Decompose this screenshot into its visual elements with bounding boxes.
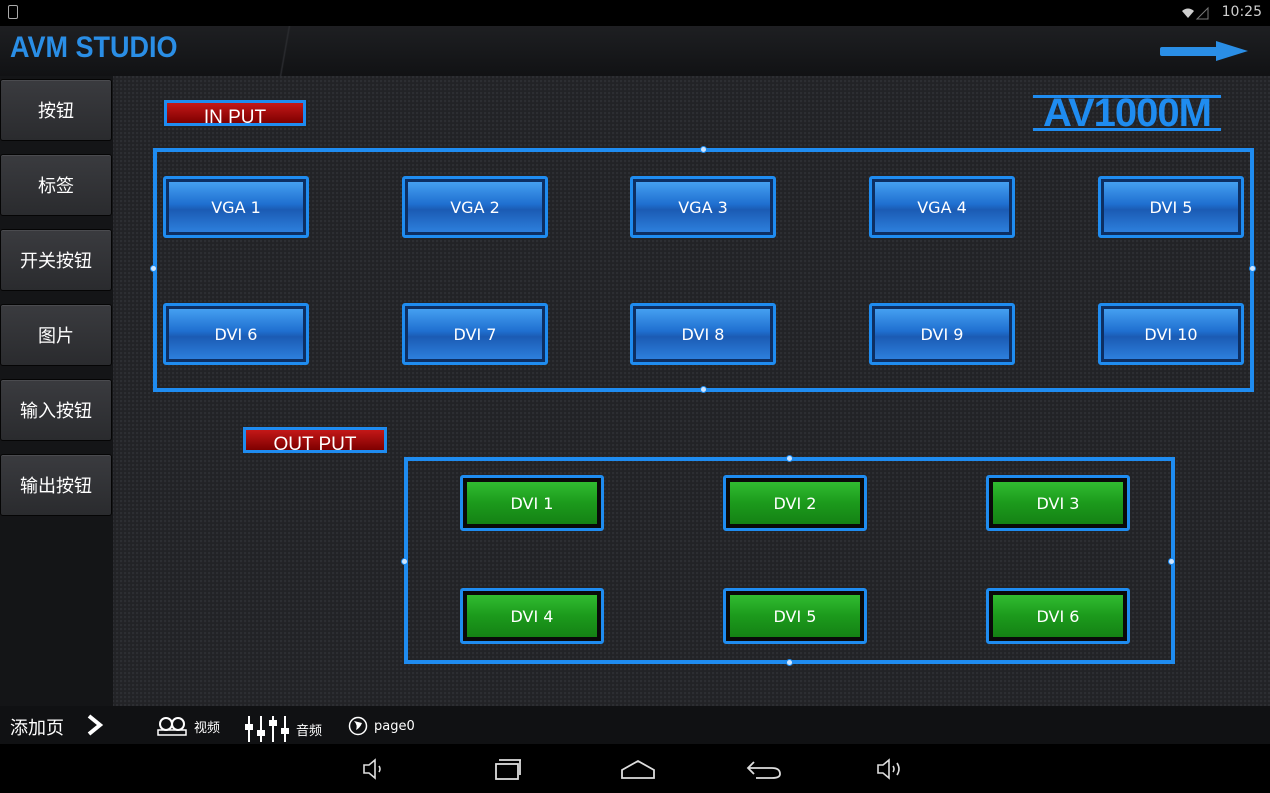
wifi-signal-icon [1182,6,1209,20]
sidebar-item-input-button[interactable]: 输入按钮 [0,379,112,441]
input-button-dvi-5[interactable]: DVI 5 [1098,176,1244,238]
input-label-text: IN PUT [203,107,267,126]
sidebar-item-label[interactable]: 标签 [0,154,112,216]
audio-tab-label: 音频 [296,723,323,739]
sidebar-item-image[interactable]: 图片 [0,304,112,366]
input-button-vga-2[interactable]: VGA 2 [402,176,548,238]
app-title: AVM STUDIO [10,31,178,64]
resize-handle[interactable] [401,558,408,565]
output-label[interactable]: OUT PUT [243,427,387,453]
output-button-dvi-1[interactable]: DVI 1 [460,475,604,531]
output-button-dvi-3[interactable]: DVI 3 [986,475,1130,531]
input-button-dvi-9[interactable]: DVI 9 [869,303,1015,365]
add-page-button[interactable]: 添加页 [10,714,64,740]
recent-apps-icon[interactable] [492,758,522,780]
resize-handle[interactable] [1168,558,1175,565]
sidebar-item-switch-button[interactable]: 开关按钮 [0,229,112,291]
title-bar: AVM STUDIO [0,26,1270,76]
arrow-right-icon[interactable] [1160,39,1248,63]
input-button-vga-1[interactable]: VGA 1 [163,176,309,238]
output-button-dvi-4[interactable]: DVI 4 [460,588,604,644]
resize-handle[interactable] [700,386,707,393]
input-button-dvi-7[interactable]: DVI 7 [402,303,548,365]
resize-handle[interactable] [700,146,707,153]
status-bar: 10:25 [0,0,1270,26]
output-button-dvi-2[interactable]: DVI 2 [723,475,867,531]
page-bar: 添加页 视频 音频 page0 [0,706,1270,744]
mixer-icon [245,716,289,742]
home-icon[interactable] [620,758,656,780]
output-button-dvi-5[interactable]: DVI 5 [723,588,867,644]
volume-up-icon[interactable] [876,758,906,780]
globe-icon [348,716,368,736]
film-reel-icon [157,717,187,736]
widget-sidebar: 按钮 标签 开关按钮 图片 输入按钮 输出按钮 [0,76,113,706]
resize-handle[interactable] [786,659,793,666]
audio-tab[interactable]: 音频 [244,716,322,742]
video-tab-label: 视频 [194,720,221,736]
video-tab[interactable]: 视频 [156,716,220,736]
output-button-dvi-6[interactable]: DVI 6 [986,588,1130,644]
resize-handle[interactable] [150,265,157,272]
page-tab[interactable]: page0 [348,716,415,736]
system-nav-bar [0,744,1270,793]
input-button-dvi-6[interactable]: DVI 6 [163,303,309,365]
page-tab-label: page0 [374,718,415,734]
sidebar-item-button[interactable]: 按钮 [0,79,112,141]
notification-icon [8,5,18,19]
chevron-right-icon[interactable] [84,713,106,737]
back-icon[interactable] [746,758,782,780]
input-button-dvi-8[interactable]: DVI 8 [630,303,776,365]
clock: 10:25 [1221,4,1262,20]
sidebar-item-output-button[interactable]: 输出按钮 [0,454,112,516]
brand-logo-text[interactable]: AV1000M [1033,95,1221,131]
title-divider [255,26,315,76]
output-label-text: OUT PUT [273,434,357,453]
volume-down-icon[interactable] [362,758,386,780]
input-label[interactable]: IN PUT [164,100,306,126]
input-button-vga-3[interactable]: VGA 3 [630,176,776,238]
resize-handle[interactable] [1249,265,1256,272]
resize-handle[interactable] [786,455,793,462]
input-button-vga-4[interactable]: VGA 4 [869,176,1015,238]
input-button-dvi-10[interactable]: DVI 10 [1098,303,1244,365]
